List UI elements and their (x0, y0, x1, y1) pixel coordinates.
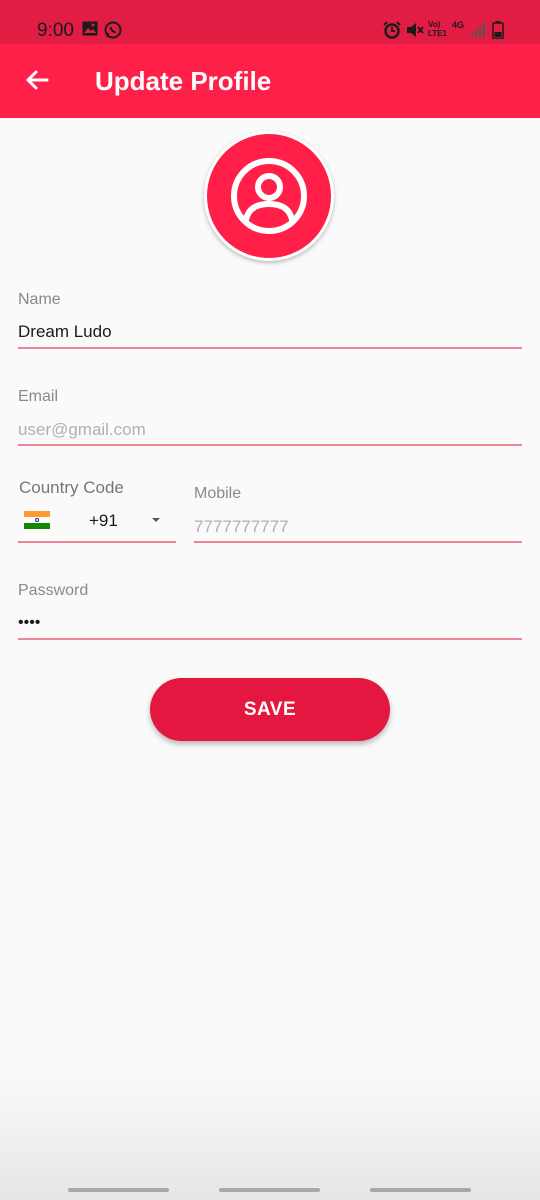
nav-button-home[interactable] (219, 1188, 320, 1192)
mobile-input[interactable]: 7777777777 (194, 517, 289, 537)
bottom-fade (0, 1070, 540, 1200)
battery-icon (492, 21, 504, 44)
4g-icon: 4G (452, 20, 465, 30)
status-time: 9:00 (37, 20, 74, 41)
email-underline (18, 444, 522, 446)
volte-icon: Vo) LTE1 (428, 20, 447, 38)
alarm-icon (383, 21, 401, 44)
nav-button-recents[interactable] (68, 1188, 169, 1192)
page-title: Update Profile (95, 66, 272, 96)
status-bar: 9:00 Vo) LTE1 4G (0, 0, 540, 44)
chevron-down-icon[interactable] (152, 518, 160, 522)
password-underline (18, 638, 522, 640)
name-label: Name (18, 291, 61, 308)
user-circle-icon (231, 158, 307, 234)
country-code-underline (18, 541, 176, 543)
email-label: Email (18, 388, 59, 405)
nav-button-back[interactable] (370, 1188, 471, 1192)
mobile-label: Mobile (194, 485, 242, 502)
country-code-label: Country Code (19, 478, 124, 497)
save-button[interactable]: SAVE (150, 678, 390, 741)
whatsapp-icon (104, 21, 122, 44)
country-code-value[interactable]: +91 (89, 511, 118, 531)
gallery-icon (82, 21, 98, 41)
mobile-underline (194, 541, 522, 543)
name-underline (18, 347, 522, 349)
mute-icon (406, 21, 424, 44)
app-bar: Update Profile (0, 44, 540, 118)
email-input[interactable]: user@gmail.com (18, 420, 146, 440)
signal-icon (471, 21, 487, 42)
india-flag-icon[interactable] (24, 511, 50, 529)
avatar[interactable] (204, 131, 334, 261)
password-label: Password (18, 582, 89, 599)
name-input[interactable]: Dream Ludo (18, 322, 112, 342)
arrow-left-icon[interactable] (22, 64, 54, 96)
password-input[interactable]: •••• (18, 613, 40, 633)
